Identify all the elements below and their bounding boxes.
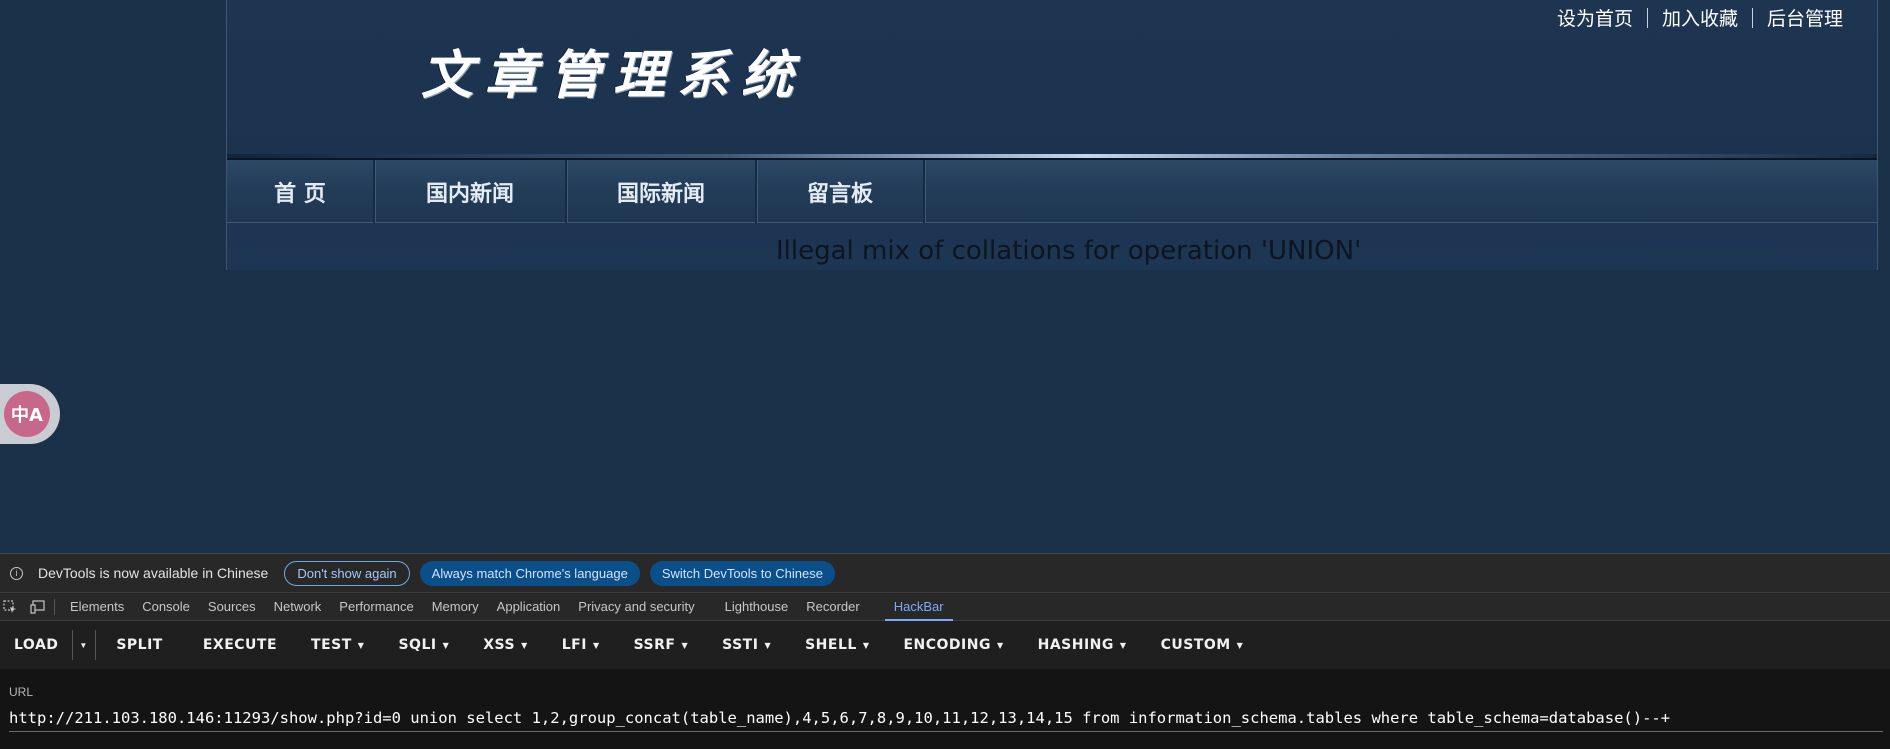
nav-guestbook[interactable]: 留言板 xyxy=(757,160,925,223)
nav-domestic-news[interactable]: 国内新闻 xyxy=(375,160,567,223)
tab-application[interactable]: Application xyxy=(488,593,570,621)
chevron-down-icon: ▼ xyxy=(1119,640,1127,650)
url-label: URL xyxy=(9,685,34,699)
nav-home[interactable]: 首 页 xyxy=(227,160,375,223)
chevron-down-icon: ▼ xyxy=(442,640,450,650)
info-icon: i xyxy=(10,566,23,580)
tab-memory[interactable]: Memory xyxy=(423,593,488,621)
chevron-down-icon: ▼ xyxy=(1236,640,1244,650)
divider xyxy=(1646,7,1648,28)
admin-link[interactable]: 后台管理 xyxy=(1767,4,1843,31)
split-button[interactable]: SPLIT xyxy=(102,621,177,669)
sqli-menu[interactable]: SQLI ▼ xyxy=(384,621,463,669)
hashing-menu[interactable]: HASHING ▼ xyxy=(1024,621,1141,669)
tab-sources[interactable]: Sources xyxy=(199,593,265,621)
tab-console[interactable]: Console xyxy=(133,593,199,621)
devtools-language-infobar: i DevTools is now available in Chinese D… xyxy=(0,553,1890,593)
infobar-message: DevTools is now available in Chinese xyxy=(38,565,269,581)
tab-hackbar[interactable]: HackBar xyxy=(884,593,953,621)
translate-float-button[interactable]: 中A xyxy=(0,384,60,444)
load-button[interactable]: LOAD xyxy=(0,630,72,660)
devtools-tabbar: Elements Console Sources Network Perform… xyxy=(0,593,1890,621)
chevron-down-icon: ▼ xyxy=(862,640,870,650)
hackbar-url-area: URL xyxy=(0,669,1890,749)
dont-show-again-button[interactable]: Don't show again xyxy=(284,560,410,586)
load-button-group: LOAD ▼ xyxy=(0,630,97,660)
tab-lighthouse[interactable]: Lighthouse xyxy=(716,593,798,621)
site-logo-title: 文章管理系统 xyxy=(421,45,806,106)
chevron-down-icon: ▼ xyxy=(357,640,365,650)
chevron-down-icon: ▼ xyxy=(592,640,600,650)
website-viewport: 设为首页 加入收藏 后台管理 文章管理系统 首 页 国内新闻 国际新闻 留言板 … xyxy=(0,0,1890,553)
chevron-down-icon: ▼ xyxy=(681,640,689,650)
toolbar-divider xyxy=(54,598,55,615)
encoding-label: ENCODING xyxy=(903,637,991,653)
divider xyxy=(1751,7,1753,28)
load-dropdown-icon[interactable]: ▼ xyxy=(72,630,95,660)
tab-privacy-security[interactable]: Privacy and security xyxy=(569,593,703,621)
add-favorite-link[interactable]: 加入收藏 xyxy=(1662,4,1738,31)
tab-network[interactable]: Network xyxy=(265,593,331,621)
execute-button[interactable]: EXECUTE xyxy=(189,621,291,669)
devtools-panel: i DevTools is now available in Chinese D… xyxy=(0,553,1890,749)
custom-label: CUSTOM xyxy=(1160,637,1231,653)
sqli-label: SQLI xyxy=(398,637,437,653)
hackbar-toolbar: LOAD ▼ SPLIT EXECUTE TEST ▼ SQLI ▼ XSS ▼ LF… xyxy=(0,621,1890,669)
match-language-button[interactable]: Always match Chrome's language xyxy=(419,560,640,586)
custom-menu[interactable]: CUSTOM ▼ xyxy=(1147,621,1258,669)
test-label: TEST xyxy=(311,637,352,653)
chevron-down-icon: ▼ xyxy=(521,640,528,650)
main-navbar: 首 页 国内新闻 国际新闻 留言板 xyxy=(227,160,1877,223)
lfi-menu[interactable]: LFI ▼ xyxy=(548,621,614,669)
test-menu[interactable]: TEST ▼ xyxy=(297,621,378,669)
translate-icon: 中A xyxy=(4,391,50,437)
device-toolbar-icon[interactable] xyxy=(28,593,48,621)
tab-elements[interactable]: Elements xyxy=(61,593,133,621)
shell-menu[interactable]: SHELL ▼ xyxy=(791,621,883,669)
ssrf-label: SSRF xyxy=(633,637,676,653)
tab-performance[interactable]: Performance xyxy=(330,593,422,621)
chevron-down-icon: ▼ xyxy=(996,640,1004,650)
hashing-label: HASHING xyxy=(1037,637,1114,653)
lfi-label: LFI xyxy=(561,637,587,653)
encoding-menu[interactable]: ENCODING ▼ xyxy=(889,621,1017,669)
chevron-down-icon: ▼ xyxy=(764,640,772,650)
nav-international-news[interactable]: 国际新闻 xyxy=(567,160,757,223)
xss-menu[interactable]: XSS ▼ xyxy=(469,621,542,669)
top-links: 设为首页 加入收藏 后台管理 xyxy=(1557,4,1843,31)
sql-error-message: Illegal mix of collations for operation … xyxy=(776,236,1362,266)
xss-label: XSS xyxy=(483,637,516,653)
set-homepage-link[interactable]: 设为首页 xyxy=(1557,4,1633,31)
ssti-menu[interactable]: SSTI ▼ xyxy=(708,621,785,669)
inspect-element-icon[interactable] xyxy=(0,593,20,621)
url-input[interactable] xyxy=(9,705,1883,732)
ssti-label: SSTI xyxy=(722,637,759,653)
ssrf-menu[interactable]: SSRF ▼ xyxy=(620,621,703,669)
shell-label: SHELL xyxy=(805,637,857,653)
tab-recorder[interactable]: Recorder xyxy=(797,593,868,621)
switch-to-chinese-button[interactable]: Switch DevTools to Chinese xyxy=(649,560,835,586)
